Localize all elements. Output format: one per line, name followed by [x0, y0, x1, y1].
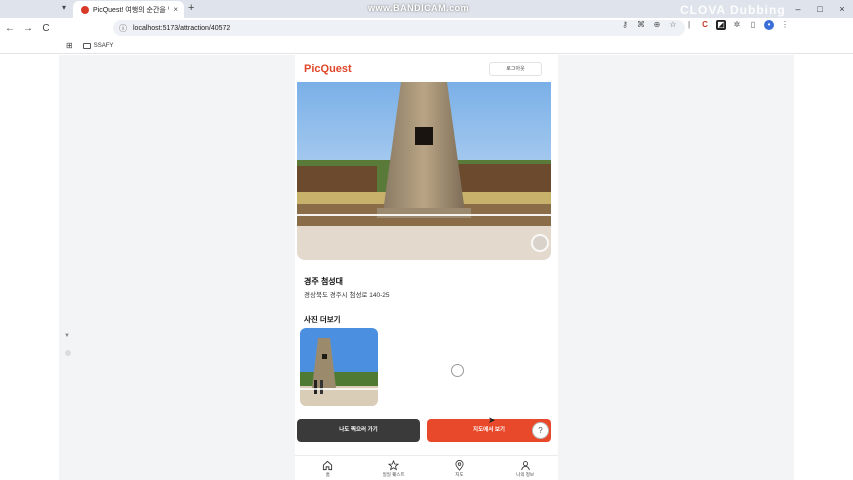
- attraction-hero-image: [297, 82, 551, 260]
- tab-close-icon[interactable]: ×: [173, 5, 178, 14]
- profile-avatar-icon[interactable]: •: [764, 20, 774, 30]
- url-text: localhost:5173/attraction/40572: [133, 24, 231, 32]
- logout-button[interactable]: 로그아웃: [489, 61, 542, 76]
- browser-tab-active[interactable]: PicQuest! 여행의 순간을 담다 ×: [73, 1, 184, 18]
- extensions-area: ⚷ ⌘ ⊕ ☆ | C ◩ ✲ ▯ • ⋮: [620, 20, 790, 30]
- nav-label-daily-quest: 일일 퀘스트: [382, 472, 405, 477]
- maximize-button[interactable]: □: [809, 0, 831, 18]
- minimize-button[interactable]: –: [787, 0, 809, 18]
- divider: |: [687, 20, 691, 29]
- address-toolbar: ← → C ⓘ localhost:5173/attraction/40572 …: [0, 18, 853, 38]
- site-info-icon[interactable]: ⓘ: [119, 23, 127, 34]
- nav-item-map[interactable]: 지도: [434, 460, 484, 480]
- loading-spinner: [451, 364, 464, 377]
- overlay-watermark: CLOVA Dubbing: [680, 3, 786, 17]
- app-logo[interactable]: PicQuest: [304, 63, 352, 75]
- tab-title: PicQuest! 여행의 순간을 담다: [93, 6, 169, 14]
- extension-dark-icon[interactable]: ◩: [716, 20, 726, 30]
- more-menu-icon[interactable]: ⋮: [780, 20, 790, 30]
- place-address: 경상북도 경주시 첨성로 140-25: [304, 292, 390, 299]
- take-photo-button[interactable]: 나도 찍으러 가기: [297, 419, 420, 442]
- forward-button[interactable]: →: [20, 23, 36, 34]
- carousel-indicator[interactable]: [531, 234, 549, 252]
- nav-label-home: 홈: [325, 472, 330, 477]
- mouse-cursor-icon: ➤: [488, 415, 496, 425]
- photo-thumbnail[interactable]: [300, 328, 378, 406]
- bookmark-folder[interactable]: SSAFY: [82, 42, 114, 49]
- sidebar-icon[interactable]: ▯: [748, 20, 758, 30]
- translate-icon[interactable]: ⌘: [636, 20, 646, 30]
- extensions-puzzle-icon[interactable]: ✲: [732, 20, 742, 30]
- cheomseongdae-photo: [297, 82, 551, 260]
- nav-item-home[interactable]: 홈: [303, 460, 353, 480]
- bookmark-star-icon[interactable]: ☆: [668, 20, 678, 30]
- nav-item-my-info[interactable]: 나의 정보: [500, 460, 550, 480]
- favicon-icon: [81, 5, 89, 14]
- view-map-label: 지도에서 보기: [473, 427, 505, 433]
- new-tab-button[interactable]: +: [188, 2, 194, 14]
- bookmark-folder-label: SSAFY: [93, 42, 114, 49]
- place-name: 경주 첨성대: [304, 277, 344, 286]
- close-window-button[interactable]: ×: [831, 0, 853, 18]
- more-photos-title: 사진 더보기: [304, 315, 341, 324]
- thumbnail-image: [300, 328, 378, 406]
- user-icon: [520, 460, 531, 471]
- bookmarks-bar: ⊞ SSAFY: [0, 38, 853, 54]
- star-icon: [388, 460, 400, 471]
- back-button[interactable]: ←: [2, 23, 18, 34]
- key-icon[interactable]: ⚷: [620, 20, 630, 30]
- scroll-indicator[interactable]: [65, 350, 71, 356]
- recording-watermark: www.BANDICAM.com: [368, 3, 470, 13]
- action-buttons: 나도 찍으러 가기 지도에서 보기 ?: [297, 419, 551, 442]
- browser-tab-strip: ▾ PicQuest! 여행의 순간을 담다 × + www.BANDICAM.…: [0, 0, 853, 18]
- nav-label-map: 지도: [455, 472, 464, 477]
- extension-c-icon[interactable]: C: [700, 20, 710, 30]
- scroll-arrow-icon[interactable]: ▼: [64, 333, 70, 339]
- tab-search-button[interactable]: ▾: [58, 3, 70, 15]
- zoom-icon[interactable]: ⊕: [652, 20, 662, 30]
- reload-button[interactable]: C: [38, 23, 54, 34]
- nav-label-my-info: 나의 정보: [516, 472, 535, 477]
- bottom-navigation: 홈 일일 퀘스트 지도 나의 정보: [295, 455, 558, 480]
- home-icon: [322, 460, 333, 471]
- map-pin-icon: [454, 460, 465, 471]
- nav-item-daily-quest[interactable]: 일일 퀘스트: [369, 460, 419, 480]
- help-button[interactable]: ?: [532, 422, 549, 439]
- app-header: PicQuest 로그아웃: [295, 55, 558, 82]
- mobile-app-frame: PicQuest 로그아웃 경주 첨성대 경상북도 경주시 첨성로 140-25…: [295, 55, 558, 480]
- url-bar[interactable]: ⓘ localhost:5173/attraction/40572: [113, 20, 685, 36]
- apps-grid-icon[interactable]: ⊞: [66, 41, 73, 50]
- window-controls: – □ ×: [787, 0, 853, 18]
- folder-icon: [82, 42, 91, 49]
